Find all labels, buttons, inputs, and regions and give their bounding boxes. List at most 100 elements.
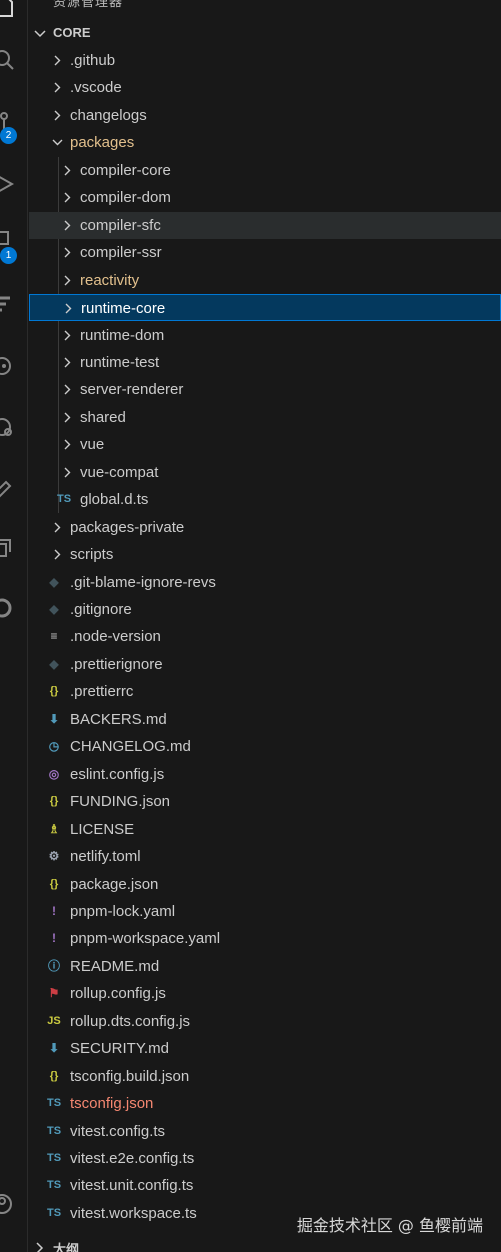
tree-item-label: LICENSE <box>70 820 135 838</box>
typescript-icon: TS <box>46 1179 62 1192</box>
explorer-icon[interactable] <box>0 0 28 26</box>
chevron-right-icon <box>64 412 71 423</box>
folder-item[interactable]: runtime-dom <box>29 322 501 349</box>
eslint-icon: ◎ <box>48 766 60 781</box>
file-item[interactable]: ⚙ netlify.toml <box>29 843 501 870</box>
chevron-right-icon <box>64 330 71 340</box>
folder-item[interactable]: packages-private <box>29 514 501 541</box>
file-item[interactable]: ! pnpm-lock.yaml <box>29 898 501 925</box>
tree-item-label: CHANGELOG.md <box>70 738 191 756</box>
file-item[interactable]: TS vitest.e2e.config.ts <box>29 1145 501 1172</box>
rollup-icon: ⚑ <box>48 986 60 1001</box>
file-item[interactable]: {} tsconfig.build.json <box>29 1063 501 1090</box>
tree-item-label: tsconfig.build.json <box>70 1067 190 1085</box>
file-item[interactable]: TS vitest.unit.config.ts <box>29 1172 501 1199</box>
file-item[interactable]: ⚑ rollup.config.js <box>29 980 501 1007</box>
folder-item[interactable]: changelogs <box>29 102 501 129</box>
testing-icon[interactable] <box>0 346 28 386</box>
chevron-right-icon <box>54 82 61 93</box>
json-icon: {} <box>49 1069 59 1082</box>
folder-item[interactable]: runtime-core <box>29 294 501 322</box>
file-item[interactable]: ◷ CHANGELOG.md <box>29 733 501 760</box>
docker-icon[interactable] <box>0 408 28 448</box>
file-item[interactable]: ◆ .prettierignore <box>29 651 501 678</box>
folder-item[interactable]: vue-compat <box>29 459 501 486</box>
typescript-icon: TS <box>56 493 72 506</box>
pencil-icon[interactable] <box>0 468 28 508</box>
file-item[interactable]: TS vitest.config.ts <box>29 1118 501 1145</box>
typescript-icon: TS <box>46 1124 62 1137</box>
outline-section-header[interactable]: 大纲 <box>29 1238 501 1252</box>
file-item[interactable]: ⬇ BACKERS.md <box>29 706 501 733</box>
chevron-down-icon <box>34 30 46 38</box>
account-icon[interactable] <box>0 1184 28 1224</box>
file-item[interactable]: ⓘ README.md <box>29 953 501 980</box>
file-item[interactable]: ◆ .gitignore <box>29 596 501 623</box>
file-item[interactable]: {} .prettierrc <box>29 678 501 705</box>
tree-item-label: pnpm-lock.yaml <box>70 902 176 920</box>
folder-item[interactable]: .github <box>29 47 501 74</box>
folder-item[interactable]: compiler-ssr <box>29 239 501 266</box>
file-item[interactable]: TS tsconfig.json <box>29 1090 501 1117</box>
folder-item[interactable]: reactivity <box>29 267 501 294</box>
run-debug-icon[interactable] <box>0 164 28 204</box>
folder-item[interactable]: vue <box>29 431 501 458</box>
sync-icon[interactable] <box>0 588 28 628</box>
explorer-panel: 资源管理器 CORE .github .vscode changelogs packa… <box>29 0 501 1252</box>
search-icon[interactable] <box>0 40 28 80</box>
copy-icon[interactable] <box>0 528 28 568</box>
tree-item-label: vue-compat <box>80 463 159 481</box>
file-item[interactable]: ! pnpm-workspace.yaml <box>29 925 501 952</box>
tree-item-label: vitest.e2e.config.ts <box>70 1150 195 1167</box>
file-item[interactable]: ⬇ SECURITY.md <box>29 1035 501 1062</box>
tree-item-label: packages <box>70 134 135 152</box>
folder-item[interactable]: compiler-dom <box>29 184 501 211</box>
folder-item[interactable]: compiler-core <box>29 157 501 184</box>
markdown-icon: ⬇ <box>48 711 60 726</box>
file-item[interactable]: ◎ eslint.config.js <box>29 761 501 788</box>
watermark: 掘金技术社区 @ 鱼樱前端 <box>296 1216 483 1235</box>
json-icon: {} <box>49 877 59 890</box>
tree-item-label: .prettierignore <box>70 655 163 673</box>
yaml-icon: ! <box>52 903 56 918</box>
file-item[interactable]: {} package.json <box>29 871 501 898</box>
tree-item-label: vitest.config.ts <box>70 1122 166 1140</box>
file-item[interactable]: JS rollup.dts.config.js <box>29 1008 501 1035</box>
markdown-icon: ⬇ <box>48 1041 60 1056</box>
tree-item-label: vitest.workspace.ts <box>70 1204 197 1222</box>
workspace-section-header[interactable]: CORE <box>29 20 501 47</box>
tree-item-label: SECURITY.md <box>70 1040 169 1058</box>
folder-item[interactable]: runtime-test <box>29 349 501 376</box>
folder-item[interactable]: compiler-sfc <box>29 211 501 239</box>
tree-item-label: compiler-sfc <box>80 216 161 234</box>
folder-item[interactable]: server-renderer <box>29 376 501 403</box>
folder-item[interactable]: shared <box>29 404 501 431</box>
tree-item-label: .vscode <box>70 79 122 97</box>
file-item[interactable]: ◆ .git-blame-ignore-revs <box>29 569 501 596</box>
json-icon: {} <box>49 685 59 698</box>
activity-bar: 2 1 <box>0 0 28 1252</box>
tree-item-label: .github <box>70 52 116 69</box>
file-item[interactable]: ≡ .node-version <box>29 623 501 650</box>
tree-item-label: .prettierrc <box>70 683 134 701</box>
chevron-right-icon <box>54 55 61 66</box>
tree-item-label: packages-private <box>70 518 185 536</box>
tree-item-label: compiler-dom <box>80 189 171 207</box>
tree-item-label: server-renderer <box>80 381 184 399</box>
source-control-badge: 2 <box>0 127 17 144</box>
tree-item-label: netlify.toml <box>70 848 141 866</box>
file-item[interactable]: TS global.d.ts <box>29 486 501 513</box>
folder-item[interactable]: .vscode <box>29 74 501 101</box>
tree-item-label: FUNDING.json <box>70 793 171 811</box>
chevron-right-icon <box>54 110 61 121</box>
tree-item-label: scripts <box>70 546 114 564</box>
chevron-down-icon <box>52 139 63 146</box>
clock-icon: ◷ <box>48 739 60 754</box>
folder-item[interactable]: packages <box>29 129 501 156</box>
tree-item-label: README.md <box>70 957 160 975</box>
file-item[interactable]: {} FUNDING.json <box>29 788 501 815</box>
folder-item[interactable]: scripts <box>29 541 501 568</box>
remote-explorer-icon[interactable] <box>0 284 28 324</box>
file-item[interactable]: ♗ LICENSE <box>29 816 501 843</box>
tree-item-label: tsconfig.json <box>70 1095 154 1113</box>
